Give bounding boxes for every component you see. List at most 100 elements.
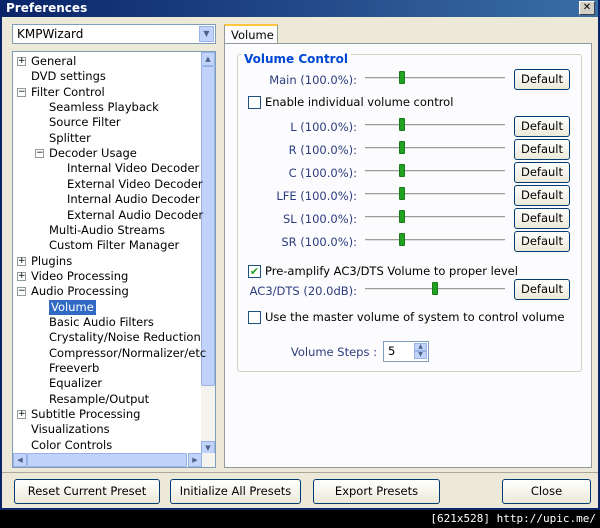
tree-expander-icon[interactable]: + <box>17 271 26 281</box>
close-icon[interactable]: ✕ <box>579 1 595 15</box>
scroll-thumb[interactable] <box>201 66 215 386</box>
channel-default-button[interactable]: Default <box>514 185 570 206</box>
preamp-label: Pre-amplify AC3/DTS Volume to proper lev… <box>265 264 518 278</box>
master-volume-label: Use the master volume of system to contr… <box>265 310 565 324</box>
slider-thumb[interactable] <box>398 210 405 223</box>
channel-label: L (100.0%): <box>290 120 357 134</box>
channel-slider[interactable] <box>365 210 505 224</box>
tree-item[interactable]: DVD settings <box>31 69 106 84</box>
tree-item[interactable]: Custom Filter Manager <box>49 238 179 253</box>
export-presets-button[interactable]: Export Presets <box>313 479 440 504</box>
volume-steps-value: 5 <box>388 344 396 358</box>
ac3-label: AC3/DTS (20.0dB): <box>249 284 357 298</box>
scroll-right-icon[interactable]: ▶ <box>188 453 202 467</box>
hscroll-thumb[interactable] <box>27 453 187 467</box>
title-bar: Preferences ✕ <box>2 0 598 17</box>
status-bar: [621x528] http://upic.me/ <box>0 510 600 528</box>
settings-tree[interactable]: ▲ ▼ ◀ ▶ + General DVD settings − Filter Cont… <box>12 51 216 468</box>
master-volume-checkbox[interactable] <box>248 311 261 324</box>
preset-dropdown[interactable]: KMPWizard ▼ <box>12 24 216 44</box>
tab-volume[interactable]: Volume <box>224 24 278 44</box>
main-default-button[interactable]: Default <box>514 69 570 90</box>
tree-expander-icon[interactable]: + <box>17 410 26 420</box>
ac3-slider[interactable] <box>365 282 505 296</box>
tree-item[interactable]: General <box>31 54 76 69</box>
channel-slider[interactable] <box>365 141 505 155</box>
tree-item[interactable]: Compressor/Normalizer/etc <box>49 346 206 361</box>
tree-expander-icon[interactable]: − <box>17 87 26 97</box>
tree-vertical-scrollbar[interactable]: ▲ ▼ <box>201 52 215 455</box>
volume-steps-spinner[interactable]: 5 ▲ ▼ <box>383 341 429 362</box>
channel-slider[interactable] <box>365 164 505 178</box>
tree-expander-icon[interactable]: + <box>17 256 26 266</box>
tree-item[interactable]: Basic Audio Filters <box>49 315 154 330</box>
spin-down-icon[interactable]: ▼ <box>414 351 427 359</box>
volume-panel: Volume Control Main (100.0%): Default En… <box>224 43 592 468</box>
channel-slider[interactable] <box>365 233 505 247</box>
tree-horizontal-scrollbar[interactable]: ◀ ▶ <box>13 453 215 467</box>
channel-label: SR (100.0%): <box>281 235 357 249</box>
slider-thumb[interactable] <box>398 164 405 177</box>
preset-value: KMPWizard <box>17 27 84 41</box>
chevron-down-icon[interactable]: ▼ <box>199 26 214 42</box>
tree-expander-icon[interactable]: + <box>17 57 26 66</box>
tree-item[interactable]: Source Filter <box>49 115 121 130</box>
slider-thumb[interactable] <box>398 141 405 154</box>
tree-item[interactable]: Visualizations <box>31 422 110 437</box>
channel-default-button[interactable]: Default <box>514 208 570 229</box>
tree-item[interactable]: Resample/Output <box>49 392 149 407</box>
footer-bar: Reset Current Preset Initialize All Pres… <box>2 472 598 508</box>
close-button[interactable]: Close <box>502 479 591 504</box>
channel-default-button[interactable]: Default <box>514 139 570 160</box>
channel-default-button[interactable]: Default <box>514 162 570 183</box>
channel-label: C (100.0%): <box>288 166 357 180</box>
channel-label: R (100.0%): <box>288 143 357 157</box>
channel-default-button[interactable]: Default <box>514 116 570 137</box>
tree-item[interactable]: Internal Audio Decoder <box>67 192 200 207</box>
tree-item[interactable]: Seamless Playback <box>49 100 159 115</box>
tree-item[interactable]: Volume <box>49 299 96 315</box>
group-title: Volume Control <box>241 52 351 66</box>
volume-steps-label: Volume Steps : <box>290 345 377 359</box>
tree-item[interactable]: Decoder Usage <box>49 146 137 161</box>
slider-thumb[interactable] <box>432 282 438 295</box>
channel-label: SL (100.0%): <box>282 212 357 226</box>
slider-thumb[interactable] <box>398 118 405 131</box>
slider-thumb[interactable] <box>398 233 405 246</box>
slider-thumb[interactable] <box>398 187 405 200</box>
window-title: Preferences <box>6 1 88 15</box>
tree-item[interactable]: Internal Video Decoder <box>67 161 199 176</box>
initialize-presets-button[interactable]: Initialize All Presets <box>170 479 301 504</box>
enable-individual-label: Enable individual volume control <box>265 95 454 109</box>
scroll-up-icon[interactable]: ▲ <box>201 52 215 66</box>
reset-preset-button[interactable]: Reset Current Preset <box>14 479 160 504</box>
slider-thumb[interactable] <box>398 71 405 84</box>
tree-item[interactable]: Audio Processing <box>31 284 129 299</box>
channel-default-button[interactable]: Default <box>514 231 570 252</box>
main-volume-label: Main (100.0%): <box>269 73 357 87</box>
tree-item[interactable]: Color Controls <box>31 438 112 453</box>
tab-volume-label: Volume <box>231 28 274 42</box>
tree-item[interactable]: Splitter <box>49 131 91 146</box>
main-volume-slider[interactable] <box>365 71 505 85</box>
tree-item[interactable]: External Video Decoder <box>67 177 203 192</box>
enable-individual-checkbox[interactable] <box>248 96 261 109</box>
tree-expander-icon[interactable]: − <box>17 287 26 297</box>
channel-label: LFE (100.0%): <box>276 189 357 203</box>
tree-item[interactable]: Freeverb <box>49 361 99 376</box>
ac3-default-button[interactable]: Default <box>514 279 570 300</box>
scroll-left-icon[interactable]: ◀ <box>13 453 27 467</box>
tree-item[interactable]: Video Processing <box>31 269 128 284</box>
tree-item[interactable]: Crystality/Noise Reduction <box>49 330 201 345</box>
spin-up-icon[interactable]: ▲ <box>414 343 427 351</box>
tree-item[interactable]: Subtitle Processing <box>31 407 140 422</box>
channel-slider[interactable] <box>365 118 505 132</box>
tree-item[interactable]: Multi-Audio Streams <box>49 223 165 238</box>
channel-slider[interactable] <box>365 187 505 201</box>
tree-item[interactable]: External Audio Decoder <box>67 208 203 223</box>
tree-item[interactable]: Equalizer <box>49 376 102 391</box>
tree-item[interactable]: Filter Control <box>31 85 105 100</box>
tree-item[interactable]: Plugins <box>31 254 72 269</box>
preamp-checkbox[interactable]: ✔ <box>248 265 261 278</box>
tree-expander-icon[interactable]: − <box>35 149 44 159</box>
